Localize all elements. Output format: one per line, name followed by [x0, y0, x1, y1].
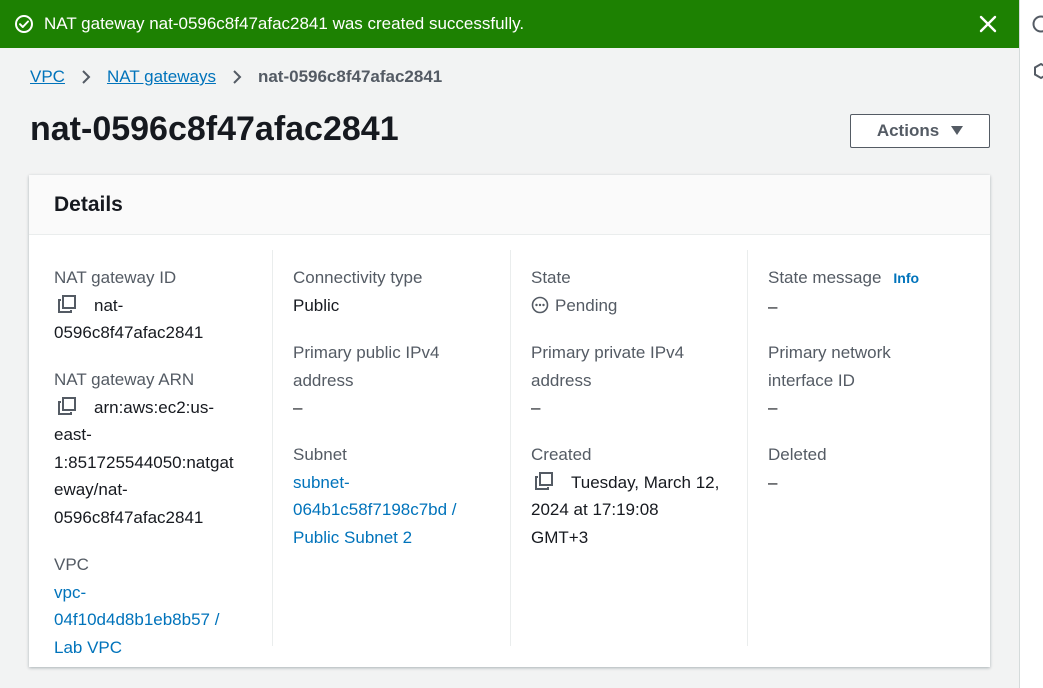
success-flash-banner: NAT gateway nat-0596c8f47afac2841 was cr…	[0, 0, 1019, 48]
field-label: VPC	[54, 555, 89, 574]
copy-icon[interactable]	[535, 471, 553, 490]
details-panel-header: Details	[29, 175, 990, 235]
details-column-1: NAT gateway ID nat- 0596c8f47afac2841 NA…	[54, 250, 272, 657]
created-field: Created Tuesday, March 12, 2024 at 17:19…	[531, 441, 731, 551]
subnet-field: Subnet subnet- 064b1c58f7198c7bd / Publi…	[293, 441, 493, 551]
vpc-link-line[interactable]: 04f10d4d8b1eb8b57 /	[54, 606, 254, 634]
copy-icon[interactable]	[58, 396, 76, 415]
field-value-line: 1:851725544050:natgat	[54, 452, 234, 472]
breadcrumb-nat-gateways-link[interactable]: NAT gateways	[107, 67, 216, 87]
field-value: Tuesday, March 12,	[531, 469, 731, 497]
info-icon[interactable]	[1032, 15, 1043, 33]
close-icon[interactable]	[977, 13, 999, 35]
field-label: State message Info	[768, 264, 968, 293]
deleted-field: Deleted –	[768, 441, 968, 496]
subnet-link-line[interactable]: subnet-	[293, 469, 493, 497]
breadcrumb: VPC NAT gateways nat-0596c8f47afac2841	[30, 67, 442, 87]
right-tools-bar	[1019, 0, 1043, 688]
field-value: nat-	[54, 292, 254, 320]
state-value: Pending	[555, 295, 618, 315]
info-link[interactable]: Info	[893, 270, 919, 286]
chevron-right-icon	[82, 70, 91, 84]
primary-public-ipv4-field: Primary public IPv4 address –	[293, 339, 493, 422]
subnet-link-line[interactable]: Public Subnet 2	[293, 524, 493, 552]
chevron-right-icon	[233, 70, 242, 84]
caret-down-icon	[951, 126, 964, 135]
field-label: interface ID	[768, 370, 855, 390]
details-panel: Details NAT gateway ID nat- 0596c8f47afa…	[29, 175, 990, 667]
state-field: State Pending	[531, 264, 731, 319]
field-value: –	[768, 398, 778, 417]
field-label: NAT gateway ID	[54, 268, 177, 287]
state-message-field: State message Info –	[768, 264, 968, 320]
field-value-line: eway/nat-	[54, 480, 128, 499]
details-columns: NAT gateway ID nat- 0596c8f47afac2841 NA…	[29, 235, 990, 667]
copy-icon[interactable]	[58, 294, 76, 313]
page-title: nat-0596c8f47afac2841	[30, 110, 399, 148]
field-label: address	[531, 370, 592, 390]
field-value: –	[768, 296, 778, 316]
state-message-label: State message	[768, 268, 882, 287]
actions-button-label: Actions	[876, 121, 940, 140]
primary-private-ipv4-field: Primary private IPv4 address –	[531, 339, 731, 422]
field-value: –	[768, 472, 778, 492]
field-value: Pending	[531, 292, 731, 320]
breadcrumb-vpc-link[interactable]: VPC	[30, 67, 65, 87]
field-value: –	[531, 398, 541, 417]
field-value: Public	[293, 295, 340, 315]
pending-icon	[531, 296, 549, 313]
field-label: Deleted	[768, 445, 827, 464]
field-value: –	[293, 398, 303, 417]
connectivity-type-field: Connectivity type Public	[293, 264, 493, 319]
details-column-3: State Pending Primary private IPv4 addre…	[510, 250, 747, 646]
details-column-2: Connectivity type Public Primary public …	[272, 250, 510, 646]
field-value-line: nat-	[94, 295, 124, 315]
page: NAT gateway nat-0596c8f47afac2841 was cr…	[0, 0, 1019, 688]
field-label: NAT gateway ARN	[54, 370, 195, 389]
nat-gateway-arn-field: NAT gateway ARN arn:aws:ec2:us- east- 1:…	[54, 366, 254, 531]
subnet-link-line[interactable]: 064b1c58f7198c7bd /	[293, 496, 493, 524]
field-label: Connectivity type	[293, 268, 423, 287]
field-value-line: east-	[54, 425, 92, 444]
field-label: Primary network	[768, 343, 891, 362]
primary-network-interface-field: Primary network interface ID –	[768, 339, 968, 422]
vpc-link-line[interactable]: vpc-	[54, 579, 254, 607]
breadcrumb-current: nat-0596c8f47afac2841	[257, 67, 443, 86]
field-value-line: Tuesday, March 12,	[571, 472, 720, 492]
field-label: Created	[531, 445, 592, 464]
field-label: address	[293, 370, 354, 390]
actions-button[interactable]: Actions	[850, 114, 990, 148]
vpc-link-line[interactable]: Lab VPC	[54, 634, 254, 662]
flash-message: NAT gateway nat-0596c8f47afac2841 was cr…	[44, 14, 525, 33]
field-label: Primary private IPv4	[531, 343, 685, 362]
field-value-line: 0596c8f47afac2841	[54, 507, 204, 527]
field-value-line: GMT+3	[531, 527, 589, 547]
details-column-4: State message Info – Primary network inte…	[747, 250, 967, 646]
details-heading: Details	[54, 192, 123, 216]
field-value-line: 2024 at 17:19:08	[531, 500, 659, 519]
field-value-line: arn:aws:ec2:us-	[94, 397, 214, 417]
vpc-field: VPC vpc- 04f10d4d8b1eb8b57 / Lab VPC	[54, 551, 254, 661]
check-circle-icon	[15, 15, 33, 33]
field-label: Primary public IPv4	[293, 343, 440, 362]
nat-gateway-id-field: NAT gateway ID nat- 0596c8f47afac2841	[54, 264, 254, 347]
field-value: arn:aws:ec2:us-	[54, 394, 254, 422]
field-label: State	[531, 268, 571, 287]
field-label: Subnet	[293, 445, 347, 464]
settings-icon[interactable]	[1032, 62, 1043, 80]
field-value-line: 0596c8f47afac2841	[54, 323, 204, 342]
